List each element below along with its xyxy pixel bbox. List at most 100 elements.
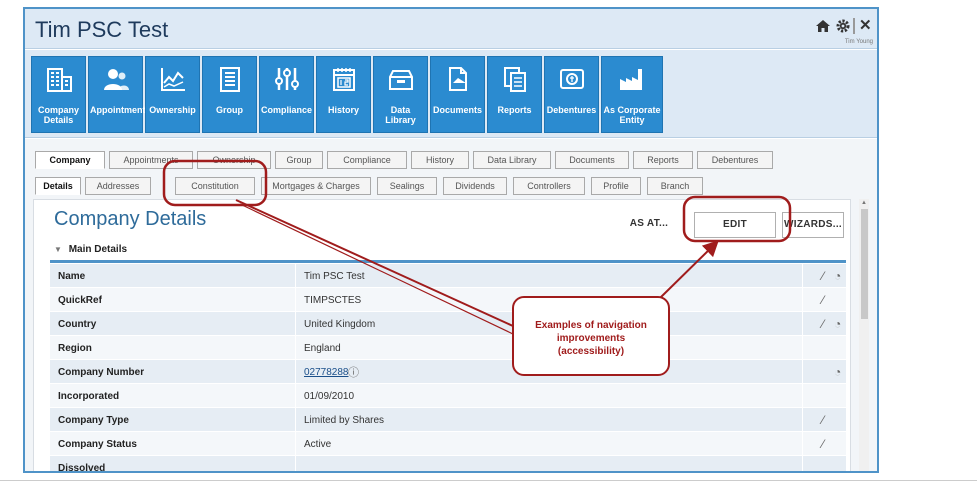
- triangle-down-icon: ▼: [54, 245, 62, 254]
- ribbon-data-library[interactable]: Data Library: [373, 56, 428, 133]
- page-bottom-rule: [0, 480, 977, 481]
- ribbon-reports[interactable]: Reports: [487, 56, 542, 133]
- tab-constitution[interactable]: Constitution: [175, 177, 255, 195]
- callout-line: Examples of navigation: [535, 320, 647, 331]
- column-divider: [802, 456, 803, 471]
- column-divider: [802, 360, 803, 384]
- scroll-up-arrow-icon[interactable]: ▲: [859, 199, 869, 207]
- wand-icon[interactable]: ⁄: [822, 269, 824, 283]
- ribbon-ownership[interactable]: Ownership: [145, 56, 200, 133]
- screenshot-stage: Tim PSC Test ✕ Tim Young Company Details: [0, 0, 977, 491]
- ribbon-compliance[interactable]: Compliance: [259, 56, 314, 133]
- ribbon-documents[interactable]: Documents: [430, 56, 485, 133]
- ribbon-debentures[interactable]: Debentures: [544, 56, 599, 133]
- ribbon-group[interactable]: Group: [202, 56, 257, 133]
- ribbon-company-details[interactable]: Company Details: [31, 56, 86, 133]
- divider-icon: [853, 18, 855, 34]
- scrollbar-thumb[interactable]: [861, 209, 868, 319]
- column-divider: [295, 336, 296, 360]
- people-icon: [89, 65, 142, 97]
- close-icon[interactable]: ✕: [859, 18, 872, 34]
- tab-details[interactable]: Details: [35, 177, 81, 195]
- title-bar: Tim PSC Test ✕ Tim Young: [25, 9, 877, 49]
- tab-group[interactable]: Group: [275, 151, 323, 169]
- table-row: Company Type Limited by Shares ⁄: [50, 408, 846, 432]
- column-divider: [802, 384, 803, 408]
- tab-dividends[interactable]: Dividends: [443, 177, 507, 195]
- main-panel: Company Appointments Ownership Group Com…: [25, 139, 877, 471]
- field-value: United Kingdom: [304, 319, 376, 330]
- tab-data-library[interactable]: Data Library: [473, 151, 551, 169]
- section-header[interactable]: ▼ Main Details: [54, 244, 127, 255]
- tab-addresses[interactable]: Addresses: [85, 177, 151, 195]
- ribbon-toolbar: Company Details Appointments Ownership G…: [25, 50, 877, 138]
- tab-branch[interactable]: Branch: [647, 177, 703, 195]
- wand-icon[interactable]: ⁄: [822, 293, 824, 307]
- column-divider: [295, 456, 296, 471]
- company-number-link[interactable]: 02778288: [304, 367, 349, 378]
- globe-icon[interactable]: ◔: [834, 269, 841, 283]
- column-divider: [295, 384, 296, 408]
- tab-sealings[interactable]: Sealings: [377, 177, 437, 195]
- tab-profile[interactable]: Profile: [591, 177, 641, 195]
- table-row: Dissolved: [50, 456, 846, 471]
- ribbon-as-corporate-entity[interactable]: As Corporate Entity: [601, 56, 663, 133]
- ribbon-label: As Corporate Entity: [603, 105, 661, 125]
- user-name: Tim Young: [844, 39, 873, 45]
- column-divider: [295, 432, 296, 456]
- ribbon-label: Appointments: [90, 105, 151, 115]
- field-label: Incorporated: [58, 391, 120, 402]
- globe-icon[interactable]: ◔: [834, 317, 841, 331]
- wizards-button[interactable]: WIZARDS...: [782, 212, 844, 238]
- column-divider: [802, 288, 803, 312]
- field-value: 01/09/2010: [304, 391, 355, 402]
- ribbon-label: Group: [216, 105, 243, 115]
- tab-reports[interactable]: Reports: [633, 151, 693, 169]
- details-table: Name Tim PSC Test ⁄ ◔ QuickRef TIMPSCTES…: [50, 264, 846, 471]
- tab-mortgages-charges[interactable]: Mortgages & Charges: [261, 177, 371, 195]
- table-row: QuickRef TIMPSCTES ⁄: [50, 288, 846, 312]
- tab-appointments[interactable]: Appointments: [109, 151, 193, 169]
- group-icon: [203, 65, 256, 97]
- tab-compliance[interactable]: Compliance: [327, 151, 407, 169]
- gear-icon[interactable]: [835, 18, 851, 38]
- field-label: QuickRef: [58, 295, 102, 306]
- ribbon-label: Reports: [497, 105, 532, 115]
- field-label: Company Type: [58, 415, 129, 426]
- callout-line: (accessibility): [557, 346, 625, 357]
- calendar-icon: [317, 65, 370, 97]
- field-label: Region: [58, 343, 92, 354]
- tab-company[interactable]: Company: [35, 151, 105, 169]
- field-label: Country: [58, 319, 97, 330]
- tab-history[interactable]: History: [411, 151, 469, 169]
- table-row: Company Status Active ⁄: [50, 432, 846, 456]
- wand-icon[interactable]: ⁄: [822, 317, 824, 331]
- ribbon-history[interactable]: History: [316, 56, 371, 133]
- ribbon-appointments[interactable]: Appointments: [88, 56, 151, 133]
- column-divider: [802, 312, 803, 336]
- ribbon-label: Company Details: [37, 105, 79, 125]
- field-label: Company Number: [58, 367, 145, 378]
- column-divider: [802, 408, 803, 432]
- tab-controllers[interactable]: Controllers: [513, 177, 585, 195]
- tab-debentures[interactable]: Debentures: [697, 151, 773, 169]
- details-content: Company Details AS AT... EDIT WIZARDS...…: [33, 199, 851, 471]
- column-divider: [295, 288, 296, 312]
- tab-documents[interactable]: Documents: [555, 151, 629, 169]
- wand-icon[interactable]: ⁄: [822, 413, 824, 427]
- field-label: Name: [58, 271, 86, 282]
- tab-ownership[interactable]: Ownership: [197, 151, 271, 169]
- wand-icon[interactable]: ⁄: [822, 437, 824, 451]
- edit-button[interactable]: EDIT: [694, 212, 776, 238]
- documents-icon: [431, 65, 484, 97]
- column-divider: [802, 432, 803, 456]
- as-at-button[interactable]: AS AT...: [618, 212, 680, 238]
- column-divider: [802, 264, 803, 288]
- home-icon[interactable]: [815, 18, 831, 38]
- app-title: Tim PSC Test: [35, 17, 169, 42]
- info-icon[interactable]: ⓘ: [348, 364, 359, 380]
- column-divider: [295, 264, 296, 288]
- table-row: Name Tim PSC Test ⁄ ◔: [50, 264, 846, 288]
- field-label: Company Status: [58, 439, 137, 450]
- globe-icon[interactable]: ◔: [834, 365, 841, 379]
